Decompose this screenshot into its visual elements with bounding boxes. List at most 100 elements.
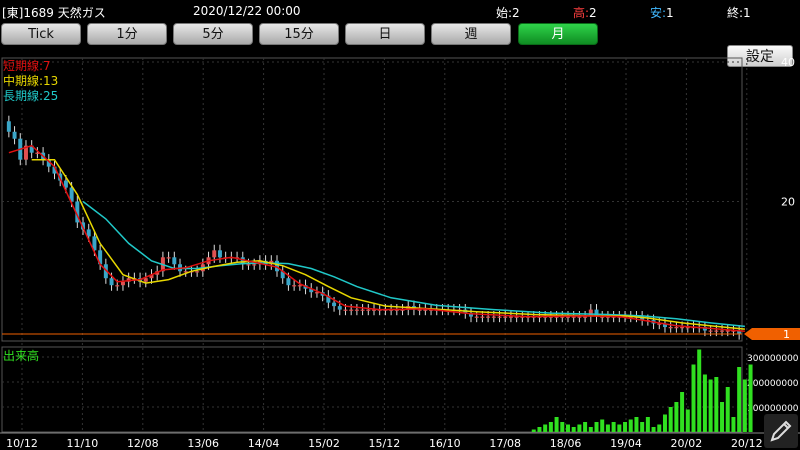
candle-body bbox=[275, 260, 280, 272]
time-tick-label: 12/08 bbox=[127, 437, 159, 450]
volume-bar bbox=[645, 417, 650, 432]
time-tick-label: 20/02 bbox=[671, 437, 703, 450]
volume-bar bbox=[725, 387, 730, 432]
candle-body bbox=[217, 250, 222, 258]
volume-bar bbox=[628, 419, 633, 432]
candle-body bbox=[115, 285, 120, 287]
candle-body bbox=[343, 309, 348, 311]
candle-body bbox=[486, 316, 491, 318]
candle-body bbox=[577, 316, 582, 318]
volume-tick-label: 300000000 bbox=[747, 354, 799, 364]
time-tick-label: 11/10 bbox=[67, 437, 99, 450]
ma-legend-label: 中期線:13 bbox=[3, 73, 58, 88]
volume-bar bbox=[737, 367, 742, 432]
volume-bar bbox=[594, 422, 599, 432]
time-tick-label: 14/04 bbox=[248, 437, 280, 450]
candle-body bbox=[143, 278, 148, 282]
volume-bar bbox=[657, 424, 662, 432]
volume-bar bbox=[685, 409, 690, 432]
volume-bar bbox=[537, 427, 542, 432]
price-tick-label: 20 bbox=[781, 196, 795, 209]
candle-body bbox=[366, 309, 371, 311]
volume-bar bbox=[583, 422, 588, 432]
time-tick-label: 18/06 bbox=[550, 437, 582, 450]
price-chart: 40 20 10/12 11/10 12/08 13/06 14/04 15/02 15/12 1… bbox=[0, 56, 800, 450]
candle-body bbox=[286, 278, 291, 286]
volume-bar bbox=[674, 402, 679, 432]
volume-bar bbox=[554, 417, 559, 432]
volume-bar bbox=[731, 417, 736, 432]
candle-body bbox=[212, 250, 217, 258]
price-tick-label: 40 bbox=[781, 56, 795, 69]
current-price-label: 1 bbox=[783, 328, 790, 341]
candle-body bbox=[172, 257, 177, 265]
candle-body bbox=[720, 330, 725, 332]
candle-body bbox=[292, 285, 297, 287]
ma-legend-label: 長期線:25 bbox=[3, 88, 58, 103]
volume-bar bbox=[560, 422, 565, 432]
candle-body bbox=[360, 309, 365, 311]
volume-bar bbox=[577, 424, 582, 432]
candle-body bbox=[583, 316, 588, 318]
volume-bar bbox=[748, 364, 753, 432]
volume-tick-label: 200000000 bbox=[747, 379, 799, 389]
candle-body bbox=[725, 330, 730, 332]
volume-bar bbox=[668, 407, 673, 432]
candle-body bbox=[474, 316, 479, 318]
candle-body bbox=[668, 327, 673, 329]
current-price-marker bbox=[744, 328, 800, 341]
candle-body bbox=[246, 264, 251, 266]
candle-body bbox=[508, 316, 513, 318]
candle-body bbox=[714, 330, 719, 332]
time-tick-label: 16/10 bbox=[429, 437, 461, 450]
price-panel-frame bbox=[1, 57, 743, 342]
candle-body bbox=[708, 330, 713, 332]
time-tick-label: 10/12 bbox=[6, 437, 38, 450]
candle-body bbox=[674, 327, 679, 329]
volume-bar bbox=[702, 374, 707, 432]
volume-bar bbox=[531, 429, 536, 432]
candle-body bbox=[503, 316, 508, 318]
candle-body bbox=[120, 281, 125, 286]
volume-bar bbox=[565, 424, 570, 432]
candle-body bbox=[497, 316, 502, 318]
volume-bar bbox=[600, 419, 605, 432]
candle-body bbox=[252, 264, 257, 266]
time-tick-label: 20/12 bbox=[731, 437, 763, 450]
volume-bar bbox=[548, 422, 553, 432]
time-tick-label: 15/12 bbox=[369, 437, 401, 450]
candle-body bbox=[297, 285, 302, 287]
volume-bar bbox=[634, 417, 639, 432]
candle-body bbox=[349, 309, 354, 311]
candle-body bbox=[491, 316, 496, 318]
mid-ma-line bbox=[31, 158, 745, 330]
time-tick-label: 19/04 bbox=[610, 437, 642, 450]
volume-bar bbox=[680, 392, 685, 432]
volume-bar bbox=[742, 379, 747, 432]
volume-bar bbox=[697, 349, 702, 432]
candle-body bbox=[354, 309, 359, 311]
draw-tool-button[interactable] bbox=[764, 414, 798, 448]
volume-bar bbox=[640, 422, 645, 432]
candle-body bbox=[480, 316, 485, 318]
volume-bar bbox=[662, 414, 667, 432]
candle-body bbox=[109, 278, 114, 286]
volume-bar bbox=[714, 377, 719, 432]
candle-body bbox=[680, 327, 685, 329]
volume-tick-label: 100000000 bbox=[747, 404, 799, 414]
candle-body bbox=[417, 309, 422, 311]
volume-bar bbox=[543, 424, 548, 432]
pencil-icon bbox=[770, 420, 792, 442]
candle-body bbox=[332, 302, 337, 307]
volume-panel-frame bbox=[1, 346, 743, 433]
volume-bar bbox=[623, 422, 628, 432]
candle-body bbox=[337, 306, 342, 310]
volume-bar bbox=[720, 402, 725, 432]
volume-bar bbox=[605, 424, 610, 432]
candle-body bbox=[12, 131, 17, 139]
candle-body bbox=[6, 121, 11, 132]
volume-label: 出来高 bbox=[3, 348, 39, 363]
candle-body bbox=[195, 271, 200, 273]
time-tick-label: 13/06 bbox=[187, 437, 219, 450]
volume-bar bbox=[691, 364, 696, 432]
